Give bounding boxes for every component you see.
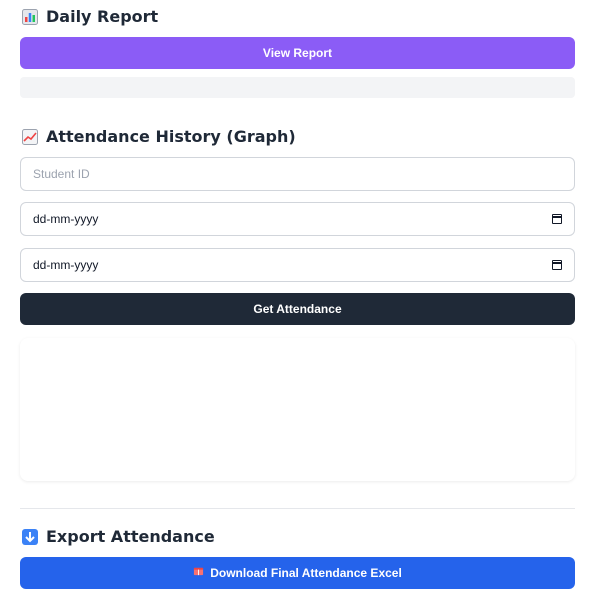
to-date-value: dd-mm-yyyy <box>33 258 99 272</box>
down-arrow-icon <box>22 528 38 545</box>
download-excel-button[interactable]: Download Final Attendance Excel <box>20 557 575 589</box>
student-id-input[interactable] <box>33 167 562 181</box>
export-attendance-title: Export Attendance <box>46 527 215 546</box>
view-report-label: View Report <box>262 46 333 60</box>
from-date-field[interactable]: dd-mm-yyyy <box>20 202 575 236</box>
get-attendance-label: Get Attendance <box>253 302 342 316</box>
calendar-icon[interactable] <box>552 214 562 224</box>
from-date-value: dd-mm-yyyy <box>33 212 99 226</box>
attendance-history-heading: Attendance History (Graph) <box>22 127 296 146</box>
attendance-history-title: Attendance History (Graph) <box>46 127 296 146</box>
line-chart-icon <box>22 128 38 145</box>
book-icon <box>193 566 204 580</box>
bar-chart-icon <box>22 8 38 25</box>
student-id-field[interactable] <box>20 157 575 191</box>
export-attendance-heading: Export Attendance <box>22 527 215 546</box>
calendar-icon[interactable] <box>552 260 562 270</box>
daily-report-title: Daily Report <box>46 7 159 26</box>
section-divider <box>20 508 575 509</box>
download-excel-label: Download Final Attendance Excel <box>210 566 402 580</box>
daily-report-output <box>20 77 575 98</box>
attendance-graph-container <box>20 338 575 481</box>
get-attendance-button[interactable]: Get Attendance <box>20 293 575 325</box>
view-report-button[interactable]: View Report <box>20 37 575 69</box>
daily-report-heading: Daily Report <box>22 7 158 26</box>
to-date-field[interactable]: dd-mm-yyyy <box>20 248 575 282</box>
